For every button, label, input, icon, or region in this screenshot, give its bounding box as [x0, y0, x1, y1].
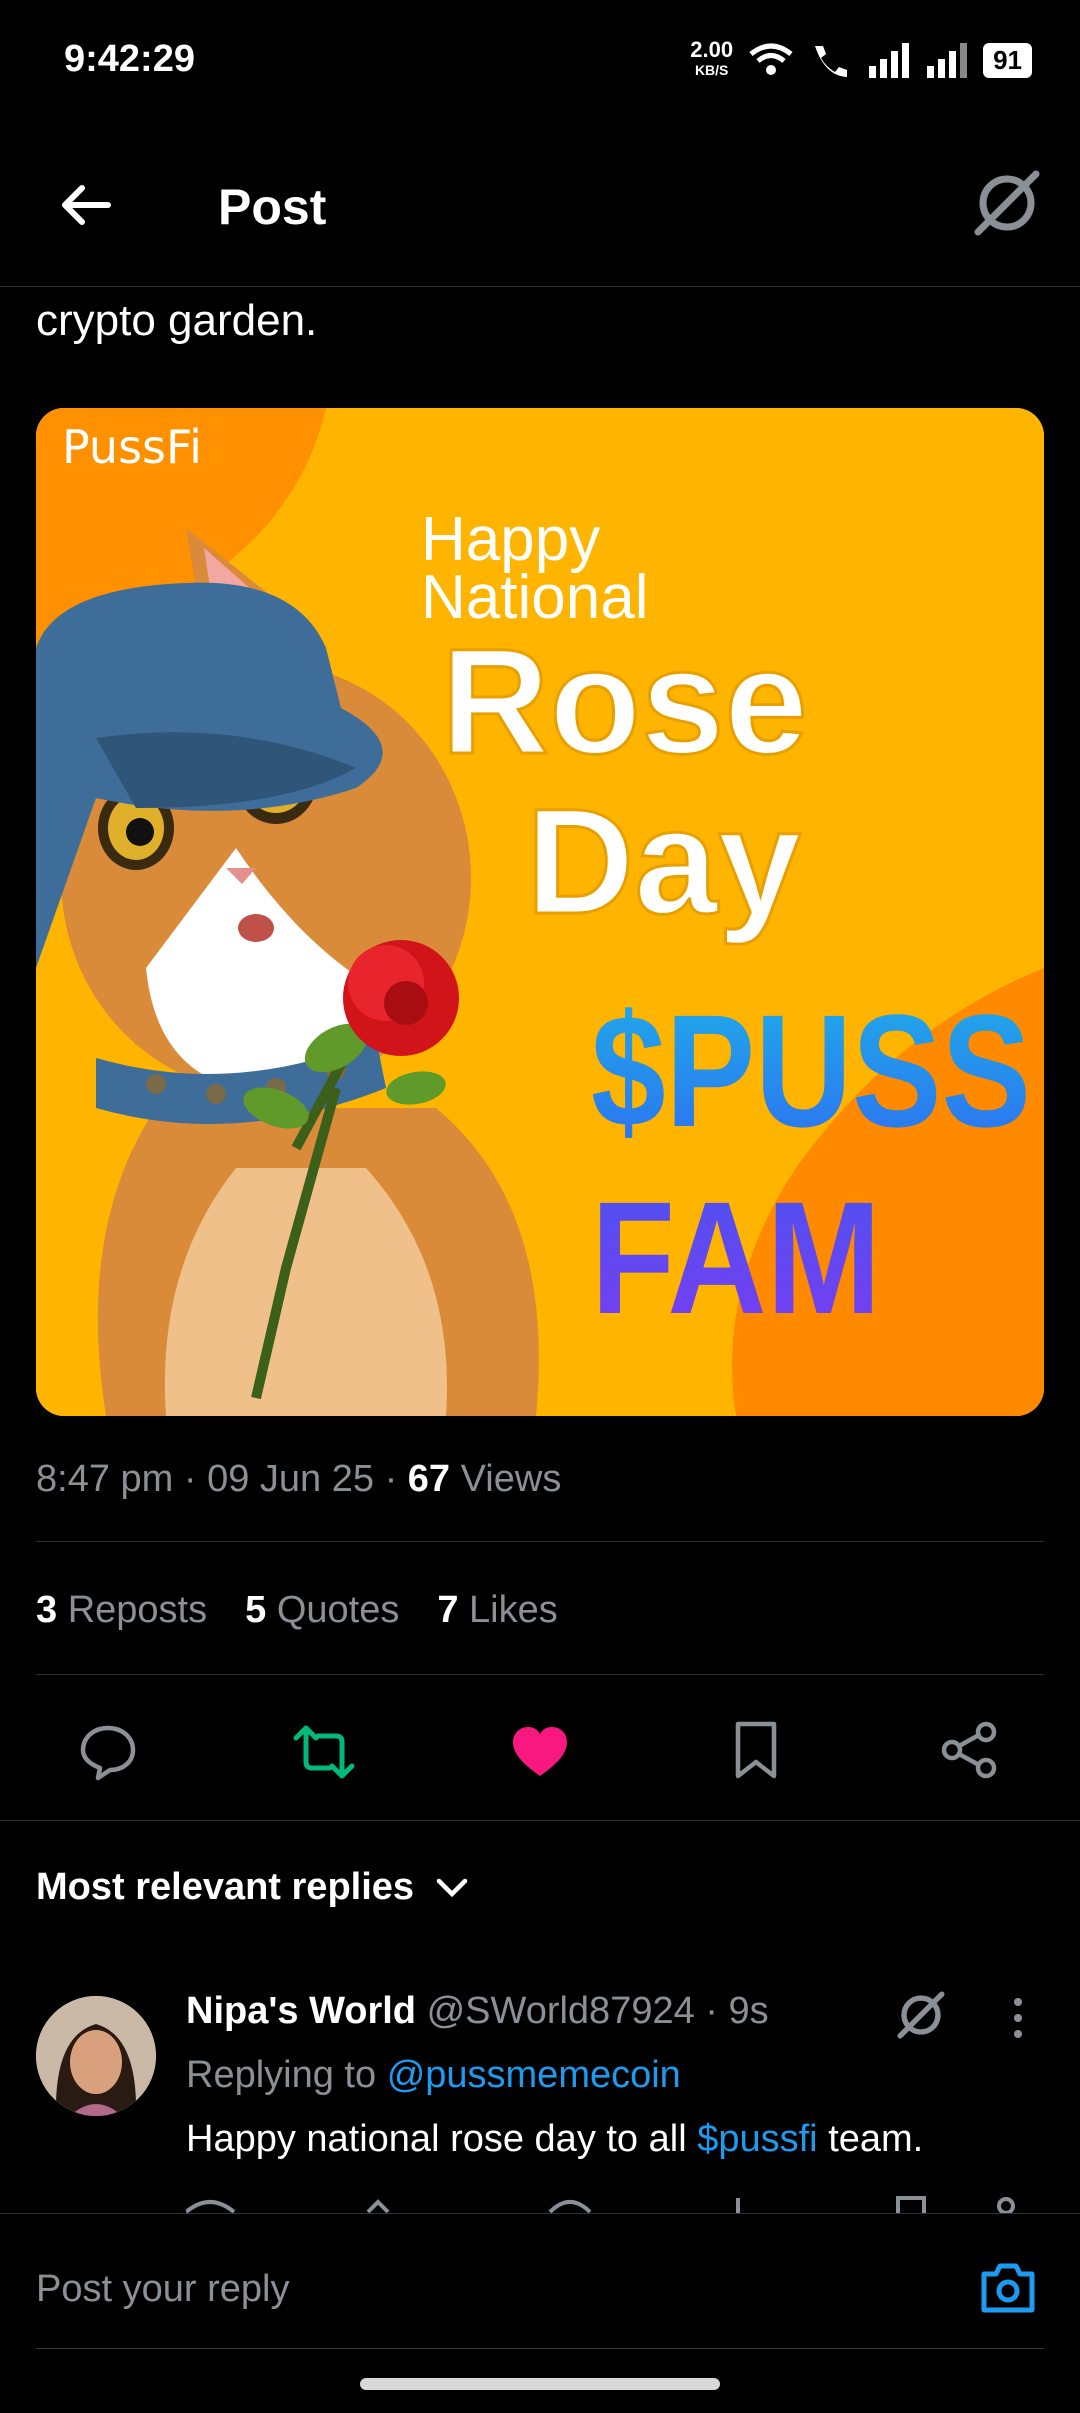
reply-input[interactable]: Post your reply — [36, 2268, 289, 2311]
image-line-day: Day — [526, 777, 801, 945]
cashtag-link[interactable]: $pussfi — [697, 2118, 817, 2160]
rose-illustration — [343, 940, 459, 1056]
reply-author-handle[interactable]: @SWorld87924 — [427, 1990, 695, 2032]
repost-icon[interactable] — [292, 1724, 356, 1780]
reply-icon[interactable] — [78, 1722, 138, 1782]
status-icons: 2.00 KB/S 91 — [690, 37, 1032, 80]
reposts-stat[interactable]: 3 Reposts — [36, 1589, 207, 1632]
post-time: 8:47 pm — [36, 1458, 174, 1500]
replies-sort-toggle[interactable]: Most relevant replies — [36, 1866, 468, 1909]
likes-stat[interactable]: 7 Likes — [437, 1589, 557, 1632]
network-speed: 2.00 KB/S — [690, 37, 734, 79]
image-brand: PussFi — [62, 420, 202, 474]
like-icon[interactable] — [510, 1724, 570, 1780]
actions-divider — [0, 1820, 1080, 1821]
page-title: Post — [218, 179, 327, 235]
wifi-icon — [749, 43, 793, 75]
gesture-bar[interactable] — [360, 2378, 720, 2390]
chevron-down-icon — [436, 1878, 468, 1897]
header-divider — [0, 286, 1080, 287]
camera-icon[interactable] — [978, 2260, 1038, 2316]
signal-icon-1 — [869, 43, 910, 78]
post-date: 09 Jun 25 — [207, 1458, 375, 1500]
reply-header: Nipa's World @SWorld87924 · 9s — [186, 1990, 769, 2032]
battery-indicator: 91 — [983, 42, 1032, 78]
views-count: 67 — [407, 1458, 451, 1500]
image-line-fam: FAM — [591, 1168, 881, 1347]
post-stats: 3 Reposts 5 Quotes 7 Likes — [36, 1589, 558, 1632]
post-image[interactable]: PussFi Happy National Rose Day $PUSS FAM — [36, 408, 1044, 1416]
stats-divider — [36, 1674, 1044, 1675]
bookmark-icon[interactable] — [732, 1720, 780, 1780]
quotes-stat[interactable]: 5 Quotes — [245, 1589, 399, 1632]
share-icon[interactable] — [940, 1720, 1000, 1780]
status-time: 9:42:29 — [64, 38, 195, 80]
post-text: crypto garden. — [36, 296, 318, 345]
reply-time: 9s — [728, 1990, 769, 2032]
reply-author-name[interactable]: Nipa's World — [186, 1990, 416, 2032]
back-arrow-icon[interactable] — [58, 178, 112, 232]
reply-actions-partial — [186, 2196, 1046, 2213]
avatar[interactable] — [36, 1996, 156, 2116]
meta-divider — [36, 1541, 1044, 1542]
grok-icon[interactable] — [972, 168, 1042, 238]
views-label: Views — [460, 1458, 562, 1500]
replying-to: Replying to @pussmemecoin — [186, 2054, 681, 2096]
signal-icon-2 — [927, 43, 968, 78]
replies-section-title: Most relevant replies — [36, 1866, 415, 1908]
reply-grok-icon[interactable] — [894, 1988, 948, 2042]
image-line-rose: Rose — [441, 617, 808, 785]
image-line-puss: $PUSS — [591, 981, 1031, 1160]
replying-to-handle[interactable]: @pussmemecoin — [387, 2054, 681, 2096]
reply-text: Happy national rose day to all $pussfi t… — [186, 2118, 924, 2160]
post-actions — [0, 1700, 1080, 1810]
post-meta: 8:47 pm · 09 Jun 25 · 67 Views — [36, 1458, 562, 1500]
more-options-icon[interactable] — [1010, 1996, 1026, 2040]
composer-underline — [36, 2348, 1044, 2349]
call-icon — [815, 46, 848, 77]
